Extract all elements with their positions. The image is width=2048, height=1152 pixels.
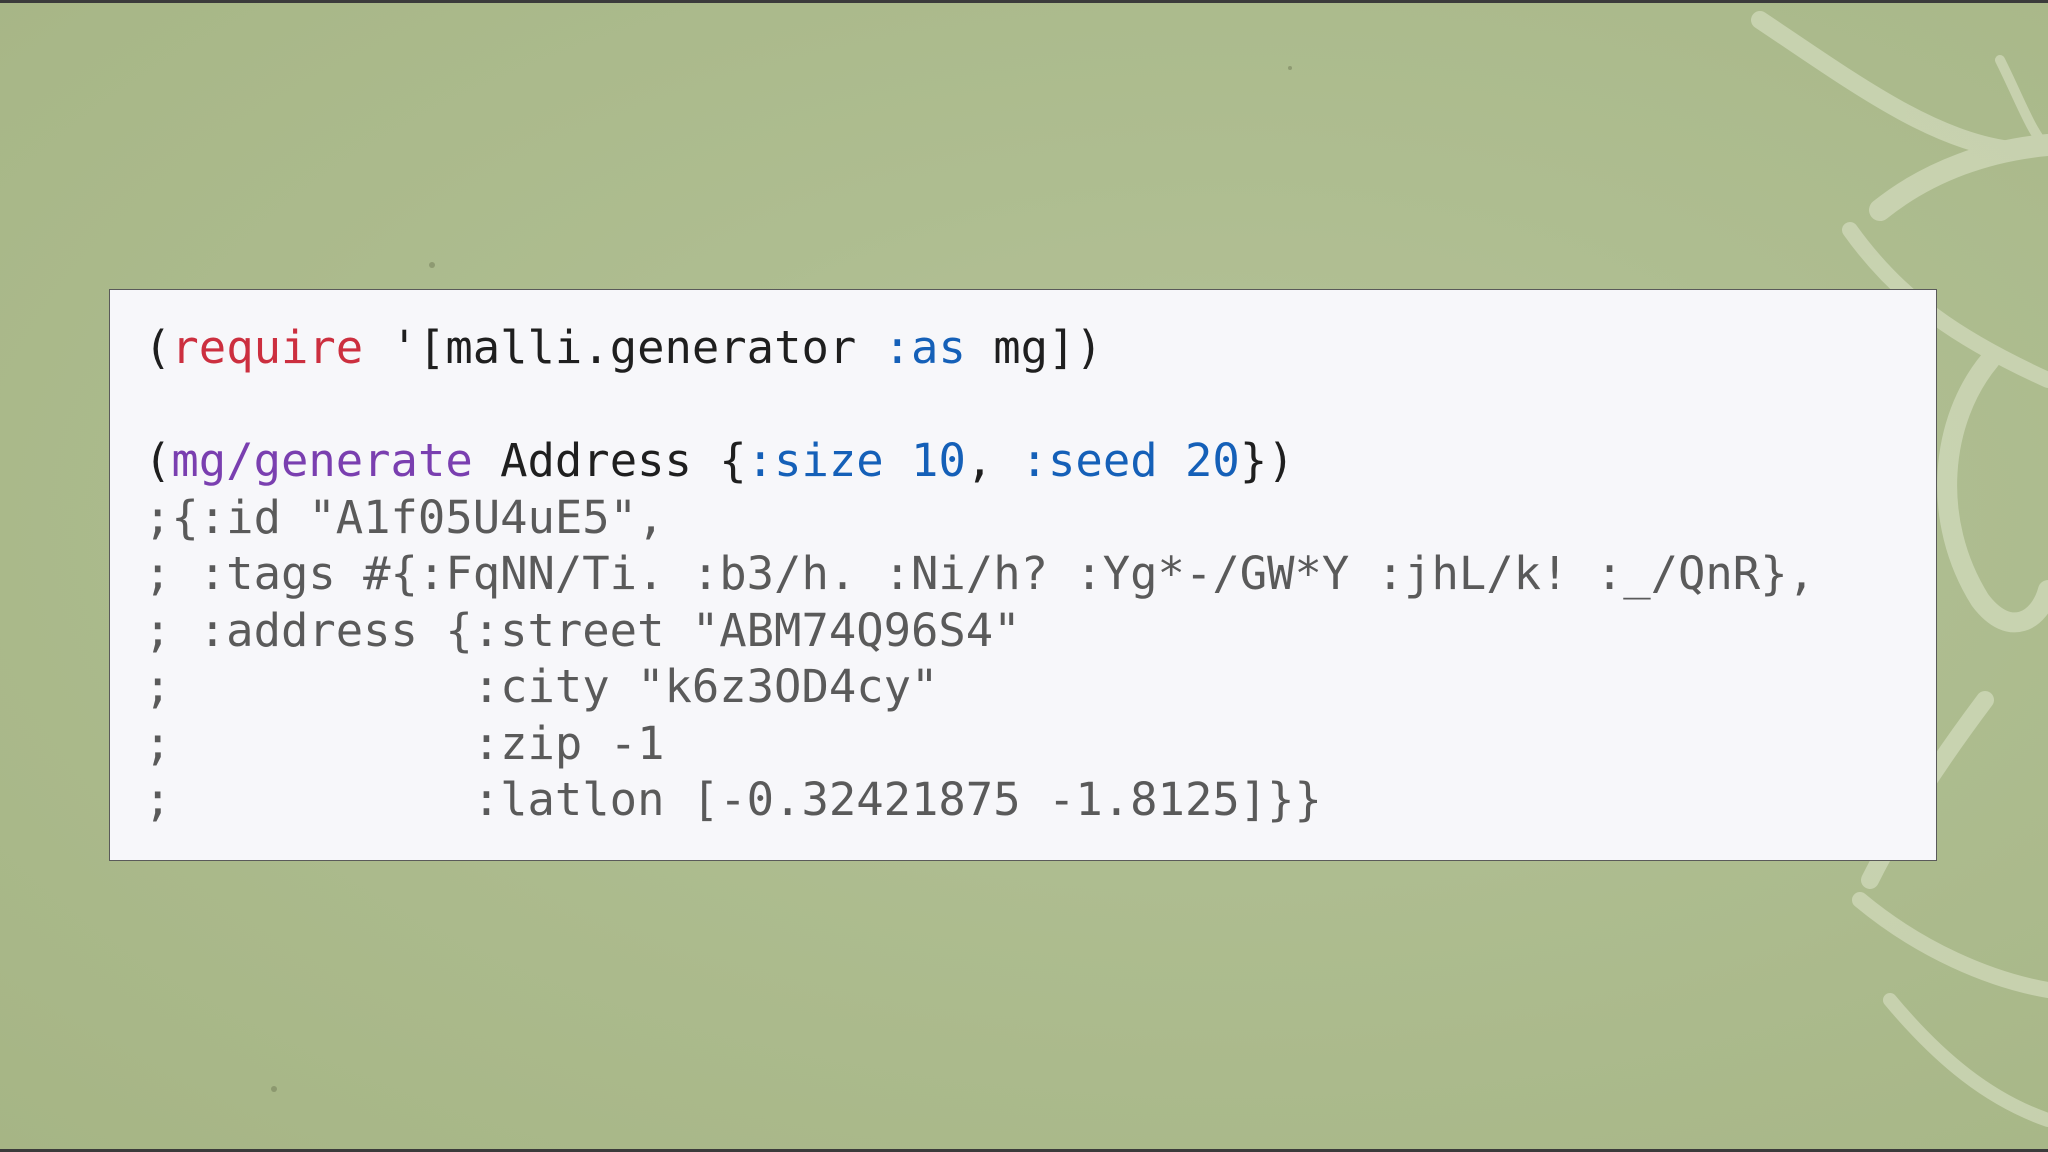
- size-value: 10: [911, 434, 966, 487]
- generate-function: mg/generate: [171, 434, 473, 487]
- namespace-vector: '[malli.generator: [363, 321, 884, 374]
- comment-line-address: ; :address {:street "ABM74Q96S4": [144, 603, 1021, 657]
- comment-line-city: ; :city "k6z3OD4cy": [144, 660, 939, 713]
- code-block: (require '[malli.generator :as mg]) (mg/…: [144, 320, 1815, 829]
- comma: ,: [965, 434, 1021, 487]
- comment-line-id: ;{:id "A1f05U4uE5",: [144, 490, 665, 544]
- code-panel: (require '[malli.generator :as mg]) (mg/…: [109, 289, 1937, 861]
- alias-close: mg]): [965, 321, 1103, 374]
- code-line-require: (require '[malli.generator :as mg]): [144, 320, 1815, 377]
- size-keyword: :size: [746, 434, 884, 487]
- seed-keyword: :seed: [1020, 434, 1158, 487]
- schema-name: Address {: [472, 434, 747, 487]
- paren-open: (: [144, 434, 172, 487]
- as-keyword: :as: [883, 321, 966, 374]
- require-keyword: require: [171, 321, 364, 374]
- map-close: }): [1239, 434, 1295, 487]
- comment-line-latlon: ; :latlon [-0.32421875 -1.8125]}}: [144, 773, 1322, 826]
- comment-line-zip: ; :zip -1: [144, 716, 665, 770]
- code-line-generate: (mg/generate Address {:size 10, :seed 20…: [144, 433, 1815, 490]
- seed-value: 20: [1185, 434, 1240, 487]
- paren-open: (: [144, 321, 172, 374]
- comment-line-tags: ; :tags #{:FqNN/Ti. :b3/h. :Ni/h? :Yg*-/…: [144, 547, 1815, 600]
